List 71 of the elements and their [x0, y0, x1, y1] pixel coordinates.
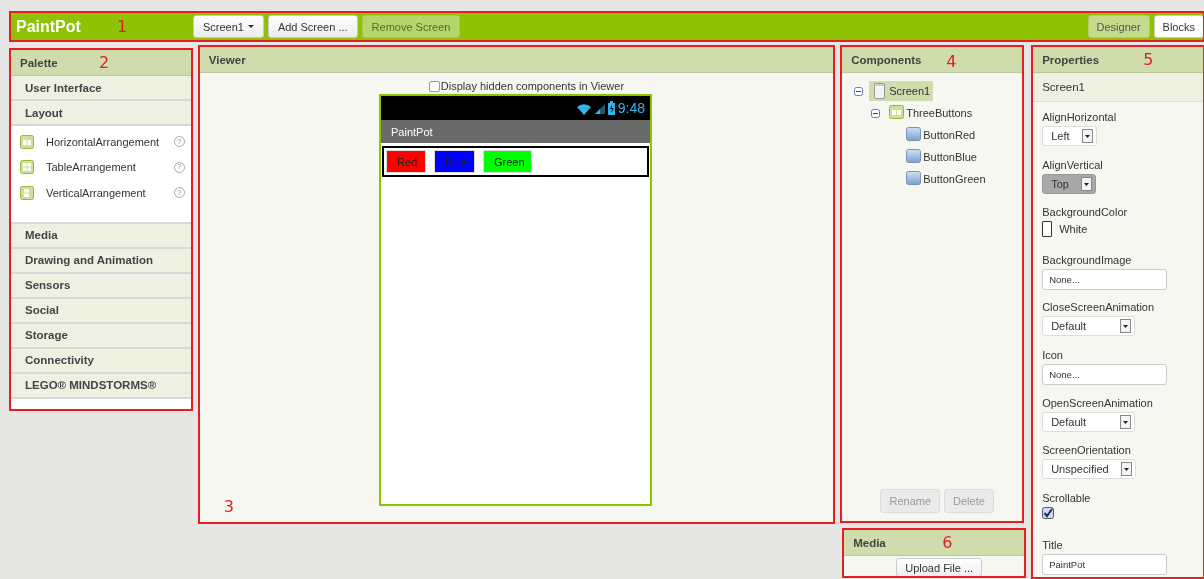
palette-category[interactable]: Layout [11, 101, 191, 126]
property-label: AlignHorizontal [1042, 111, 1118, 123]
checkbox[interactable] [428, 80, 440, 92]
palette-category[interactable]: Media [11, 223, 191, 249]
selected-component-name: Screen1 [1033, 73, 1203, 102]
tree-item[interactable]: ButtonBlue [903, 147, 980, 167]
property-dropdown[interactable]: Left [1042, 126, 1097, 146]
horizontal-layout-icon [20, 134, 34, 149]
palette-category[interactable]: Storage [11, 323, 191, 349]
wifi-icon [575, 101, 592, 115]
vertical-layout-icon [20, 185, 34, 200]
view-tab[interactable]: Designer [1087, 15, 1150, 38]
palette-category[interactable]: Social [11, 298, 191, 324]
app-name: PaintPot [16, 17, 81, 36]
property-label: Scrollable [1042, 491, 1092, 504]
property-label: Icon [1042, 348, 1064, 361]
property-label: CloseScreenAnimation [1042, 301, 1156, 314]
battery-icon [607, 101, 615, 115]
property-label: ScreenOrientation [1042, 444, 1132, 457]
tree-item[interactable]: Screen1 [869, 81, 934, 101]
upload-button[interactable]: Upload File ... [896, 558, 983, 576]
palette-item[interactable]: TableArrangement [46, 161, 162, 174]
phone-icon [872, 83, 888, 99]
checkbox[interactable] [1042, 506, 1055, 519]
palette-category[interactable]: Sensors [11, 273, 191, 299]
property-label: OpenScreenAnimation [1042, 396, 1154, 409]
color-button[interactable]: Red [386, 150, 426, 173]
palette-item[interactable]: HorizontalArrangement [46, 135, 162, 148]
property-label: AlignVertical [1042, 158, 1104, 171]
property-dropdown[interactable]: Default [1042, 316, 1136, 337]
collapse-icon[interactable] [854, 86, 864, 96]
property-dropdown[interactable]: Unspecified [1042, 459, 1136, 480]
callout-number: 2 [99, 53, 110, 72]
property-label: BackgroundImage [1042, 253, 1133, 266]
button-icon [906, 171, 922, 187]
callout-number: 4 [946, 52, 957, 71]
grid-layout-icon [20, 160, 34, 175]
screen-button[interactable]: Add Screen ... [267, 15, 358, 38]
screen-dropdown[interactable]: Screen1 [192, 15, 264, 38]
color-swatch[interactable] [1042, 221, 1053, 238]
button-icon [906, 127, 922, 143]
tree-item[interactable]: ButtonRed [903, 125, 979, 145]
property-label: Title [1042, 539, 1064, 552]
app-title-bar: PaintPot [381, 120, 650, 143]
panel-header: Viewer [199, 47, 834, 73]
text-field[interactable]: None... [1042, 268, 1168, 290]
callout-number: 6 [942, 533, 953, 552]
palette-category[interactable]: LEGO® MINDSTORMS® [11, 373, 191, 399]
checkbox-label: Display hidden components in Viewer [440, 80, 625, 92]
palette-category[interactable]: Drawing and Animation [11, 248, 191, 274]
signal-icon [594, 102, 605, 114]
callout-number: 3 [223, 497, 234, 516]
text-field[interactable]: PaintPot [1042, 554, 1168, 576]
property-dropdown[interactable]: Default [1042, 411, 1136, 432]
palette-item[interactable]: VerticalArrangement [46, 186, 162, 199]
callout-number: 1 [117, 17, 128, 36]
color-button[interactable]: Green [483, 150, 532, 173]
view-tab[interactable]: Blocks [1153, 15, 1204, 38]
text-field[interactable]: None... [1042, 363, 1168, 385]
caret-icon [247, 25, 254, 28]
button-icon [906, 149, 922, 165]
palette-category[interactable]: Connectivity [11, 348, 191, 374]
collapse-icon[interactable] [871, 108, 881, 118]
horizontal-layout-icon [889, 105, 905, 121]
property-label: BackgroundColor [1042, 206, 1129, 219]
color-name: White [1059, 223, 1088, 236]
tree-item[interactable]: ButtonGreen [903, 169, 989, 189]
tree-item[interactable]: ThreeButtons [886, 103, 976, 123]
callout-number: 5 [1143, 50, 1154, 69]
palette-category[interactable]: User Interface [11, 76, 191, 101]
clock-time: 9:48 [617, 100, 645, 116]
